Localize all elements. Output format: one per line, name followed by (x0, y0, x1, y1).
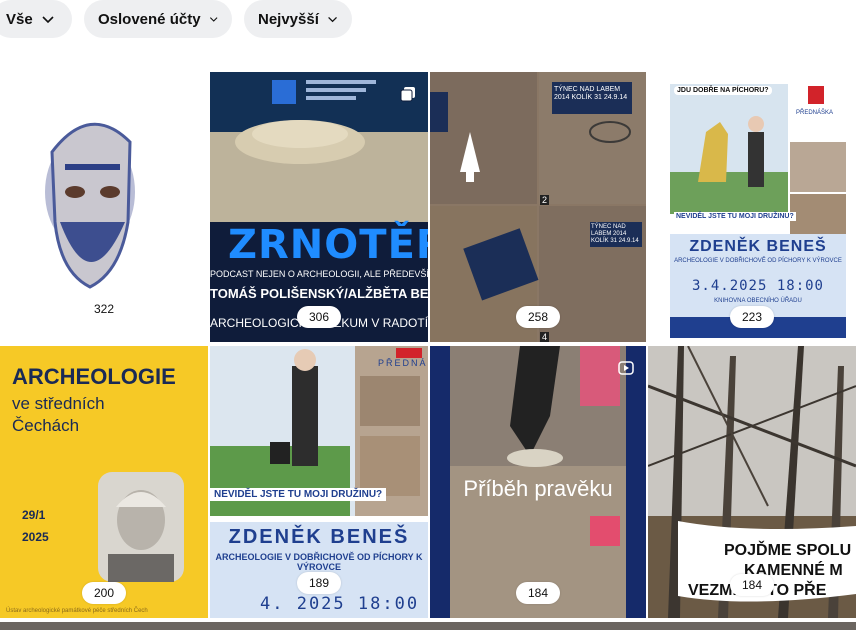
chevron-down-icon (209, 17, 218, 22)
poster-question: NEVIDĚL JSTE TU MOJI DRUŽINU? (674, 212, 796, 221)
view-count: 184 (730, 574, 774, 596)
filter-all[interactable]: Vše (0, 0, 72, 38)
poster-name: ZDENĚK BENEŠ (228, 526, 410, 548)
reel-icon (618, 361, 634, 375)
tile-subtitle: ve středních (12, 394, 105, 413)
excavation-image (430, 72, 646, 342)
poster-place: KNIHOVNA OBECNÍHO ÚŘADU (714, 298, 802, 304)
photo-number: 4 (540, 332, 550, 342)
view-count: 322 (93, 302, 115, 316)
tile-lecture-poster-2[interactable]: PŘEDNÁŠKA NEVIDĚL JSTE TU MOJI DRUŽINU? … (210, 346, 428, 618)
photo-number: 2 (540, 195, 550, 205)
tile-title: ARCHEOLOGIE (12, 364, 176, 389)
tile-line: TOMÁŠ POLIŠENSKÝ/ALŽBĚTA BERGEROVÁ (210, 286, 428, 301)
poster-date: 4. 2025 18:00 (260, 594, 420, 614)
view-count: 200 (82, 582, 126, 604)
view-count: 223 (730, 306, 774, 328)
speech-bubble: JDU DOBŘE NA PÍCHORU? (674, 86, 772, 95)
sign-label: TÝNEC NAD LABEM 2014 KOLÍK 31 24.9.14 (554, 86, 628, 101)
filter-addressed-accounts[interactable]: Oslovené účty (84, 0, 232, 38)
tile-excavation-collage[interactable]: TÝNEC NAD LABEM 2014 KOLÍK 31 24.9.14 TÝ… (430, 72, 646, 342)
filter-label: Oslovené účty (98, 10, 201, 28)
tile-forest[interactable]: POJĎME SPOLU KAMENNÉ M VEZMI SE TO PŘE 1… (648, 346, 856, 618)
zrnoterka-image (210, 72, 428, 222)
chevron-down-icon (328, 16, 337, 23)
poster-label: PŘEDNÁŠKA (378, 358, 428, 368)
view-count: 189 (297, 572, 341, 594)
chevron-down-icon (42, 16, 54, 24)
filter-label: Vše (6, 10, 33, 28)
tile-title: ZRNOTĚRKA (228, 222, 428, 268)
tile-archeologie-yellow[interactable]: ARCHEOLOGIE ve středních Čechách 29/1 20… (0, 346, 208, 618)
sign-label: TÝNEC NAD LABEM 2014 KOLÍK 31 24.9.14 (591, 224, 639, 244)
tile-date: 2025 (22, 530, 49, 544)
poster-name: ZDENĚK BENEŠ (689, 238, 827, 255)
tile-date: 29/1 (22, 508, 46, 522)
tile-artifact-head[interactable]: 322 (0, 72, 208, 342)
next-row-peek (0, 622, 856, 630)
view-count: 306 (297, 306, 341, 328)
tile-subtitle: Čechách (12, 416, 80, 435)
tile-pribeh-praveku[interactable]: Příběh pravěku 184 (430, 346, 646, 618)
tile-footer: Ústav archeologické památkové péče střed… (6, 608, 148, 614)
poster-subtitle: ARCHEOLOGIE V DOBŘICHOVĚ OD PÍCHORY K VÝ… (215, 552, 423, 572)
poster-question: NEVIDĚL JSTE TU MOJI DRUŽINU? (210, 488, 387, 501)
carousel-icon (400, 87, 415, 102)
tile-lecture-poster[interactable]: JDU DOBŘE NA PÍCHORU? PŘEDNÁŠKA NEVIDĚL … (648, 72, 856, 342)
filter-highest[interactable]: Nejvyšší (244, 0, 352, 38)
poster-subtitle: ARCHEOLOGIE V DOBŘICHOVĚ OD PÍCHORY K VÝ… (674, 258, 842, 264)
poster-date: 3.4.2025 18:00 (691, 278, 824, 294)
caption-line: POJĎME SPOLU (724, 542, 852, 559)
view-count: 184 (516, 582, 560, 604)
portrait-photo (98, 472, 184, 582)
poster-label: PŘEDNÁŠKA (796, 110, 834, 116)
filter-bar: Vše Oslovené účty Nejvyšší (0, 0, 856, 40)
view-count: 258 (516, 306, 560, 328)
tile-line: PODCAST NEJEN O ARCHEOLOGII, ALE PŘEDEVŠ… (210, 269, 428, 279)
filter-label: Nejvyšší (258, 10, 319, 28)
tile-title: Příběh pravěku (463, 476, 613, 501)
tile-zrnoterka[interactable]: ZRNOTĚRKA PODCAST NEJEN O ARCHEOLOGII, A… (210, 72, 428, 342)
